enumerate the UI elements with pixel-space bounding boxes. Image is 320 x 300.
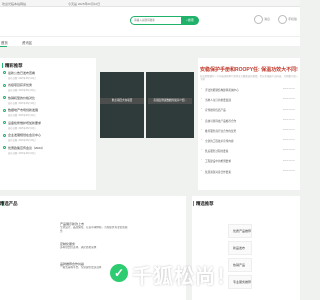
nav-active-indicator — [0, 46, 7, 47]
list-item-date: 发布日期: 2025年06月10日 — [8, 77, 36, 80]
featured-title: 精选推荐 — [196, 201, 214, 206]
doc-icon: ▪ — [201, 139, 202, 141]
news-item-date: 2025-06-10 — [283, 139, 295, 142]
list-item-date: 发布日期: 2025年06月10日 — [8, 90, 36, 92]
message-icon[interactable] — [254, 15, 263, 24]
news-item-date: 2025-06-10 — [283, 159, 295, 162]
search-button[interactable]: ⌕搜索 — [181, 16, 199, 25]
featured-item-title[interactable]: 专业服务推荐 — [233, 280, 263, 284]
list-item-date: 发布日期: 2025年06月10日 — [8, 152, 36, 155]
news-item-title[interactable]: 当地人主打的重要发展 — [205, 98, 280, 102]
section-marker — [2, 63, 4, 68]
news-item-date: 2025-06-10 — [283, 169, 295, 172]
featured-marker — [193, 201, 195, 206]
thumb-label-2[interactable]: 高强度测试数据的展示介绍... — [148, 98, 192, 104]
list-item-title[interactable]: 数据地产市场创新发展 — [8, 108, 94, 112]
list-item-title[interactable]: 优惠政策宣传会议（2024） — [8, 146, 94, 150]
top-bar: 欢迎光临本站网站 今天是 2025年06月10日 — [0, 0, 300, 7]
watermark-logo: ✓ — [110, 264, 128, 282]
date-notice: 今天是 2025年06月10日 — [68, 1, 101, 6]
search-input[interactable] — [130, 16, 182, 25]
news-item-date: 2025-06-10 — [283, 88, 295, 91]
products-title: 精选产品 — [0, 201, 18, 206]
news-item-title[interactable]: 优质资源对接合作要素 — [205, 170, 280, 174]
news-item-title[interactable]: 全新的工程技术宣传内容 — [205, 139, 280, 143]
news-item-date: 2025-06-10 — [283, 98, 295, 101]
news-item-title[interactable]: 浮法智能钢结构建筑机械中心 — [205, 88, 280, 92]
featured-item-title[interactable]: 新品发布 — [233, 246, 263, 250]
list-item-title[interactable]: 最新公告已发布查看 — [8, 71, 94, 75]
product-desc: 多种款式供选择，满足各类需求 — [60, 246, 97, 249]
list-item-date: 发布日期: 2025年06月10日 — [8, 127, 36, 130]
news-item-title[interactable]: 推荐服务商行业合作的优势 — [205, 129, 280, 133]
doc-icon: ▪ — [201, 98, 202, 101]
news-item-title[interactable]: 工程建设中的检测要求 — [205, 159, 280, 163]
news-item-title[interactable]: 售后服务过程的要素 — [205, 149, 280, 153]
bullet-icon — [3, 146, 6, 149]
user-icon[interactable] — [278, 15, 287, 24]
news-item-date: 2025-06-10 — [283, 118, 295, 121]
featured-item-title[interactable]: 热销产品 — [233, 263, 263, 267]
mobile-label[interactable]: 手机版 — [288, 17, 297, 21]
message-label[interactable]: 消息 — [264, 17, 270, 21]
watermark-text: 千狐松尚！ — [132, 266, 237, 288]
list-item-title[interactable]: 设备检修维护增加新要求 — [8, 121, 94, 125]
article-title[interactable]: 安稳保护手册和ROOPY任: 保温功效大不同! — [200, 66, 300, 73]
news-item-title[interactable]: 高效可靠科技产品推荐合作 — [205, 119, 280, 123]
list-item-date: 发布日期: 2025年06月10日 — [8, 102, 36, 105]
bullet-icon — [3, 71, 6, 74]
list-item-title[interactable]: 热销机型的价格对比 — [8, 96, 94, 100]
news-item-date: 2025-06-10 — [283, 108, 295, 111]
main-nav: 首页 资讯区 — [0, 36, 300, 47]
bullet-icon — [3, 108, 6, 112]
article-subtitle: 在这里随便写一下内容或简单介绍本文大概要说的事情，不过多描述下边内容，只简要介绍… — [200, 75, 298, 82]
product-desc: 全新设计，品质保障，打造卓越体验，为您提供专业优质服务 — [60, 226, 128, 233]
bullet-icon — [3, 133, 6, 137]
doc-icon: ▪ — [201, 128, 202, 131]
doc-icon: ▪ — [201, 118, 202, 121]
doc-icon: ▪ — [201, 149, 202, 152]
thumb-label-1[interactable]: 重点项目大在项目 — [100, 98, 144, 104]
featured-item-title[interactable]: 优质产品推荐 — [233, 229, 263, 233]
bullet-icon — [3, 96, 6, 99]
list-item-title[interactable]: 省级项目获评优秀 — [8, 83, 94, 87]
welcome-text: 欢迎光临本站网站 — [2, 1, 27, 6]
section-title: 精彩推荐 — [5, 63, 23, 68]
doc-icon: ▪ — [201, 159, 202, 162]
news-item-date: 2025-06-10 — [283, 129, 295, 131]
thumb-image-2[interactable] — [146, 72, 194, 138]
list-item-date: 发布日期: 2025年06月10日 — [8, 140, 36, 142]
thumb-image-1[interactable] — [100, 72, 144, 138]
news-item-title[interactable]: 宣传推荐优质产品 — [205, 108, 280, 112]
doc-icon: ▪ — [201, 169, 202, 172]
bullet-icon — [3, 83, 6, 87]
list-item-title[interactable]: 企业发展规划在会议中心 — [8, 133, 94, 137]
doc-icon: ▪ — [201, 108, 202, 111]
nav-home[interactable]: 首页 — [1, 40, 8, 45]
nav-news[interactable]: 资讯区 — [22, 40, 32, 45]
bullet-icon — [3, 121, 6, 124]
list-item-date: 发布日期: 2025年06月10日 — [8, 115, 36, 117]
news-item-date: 2025-06-10 — [283, 149, 295, 152]
doc-icon: ▪ — [201, 88, 202, 90]
